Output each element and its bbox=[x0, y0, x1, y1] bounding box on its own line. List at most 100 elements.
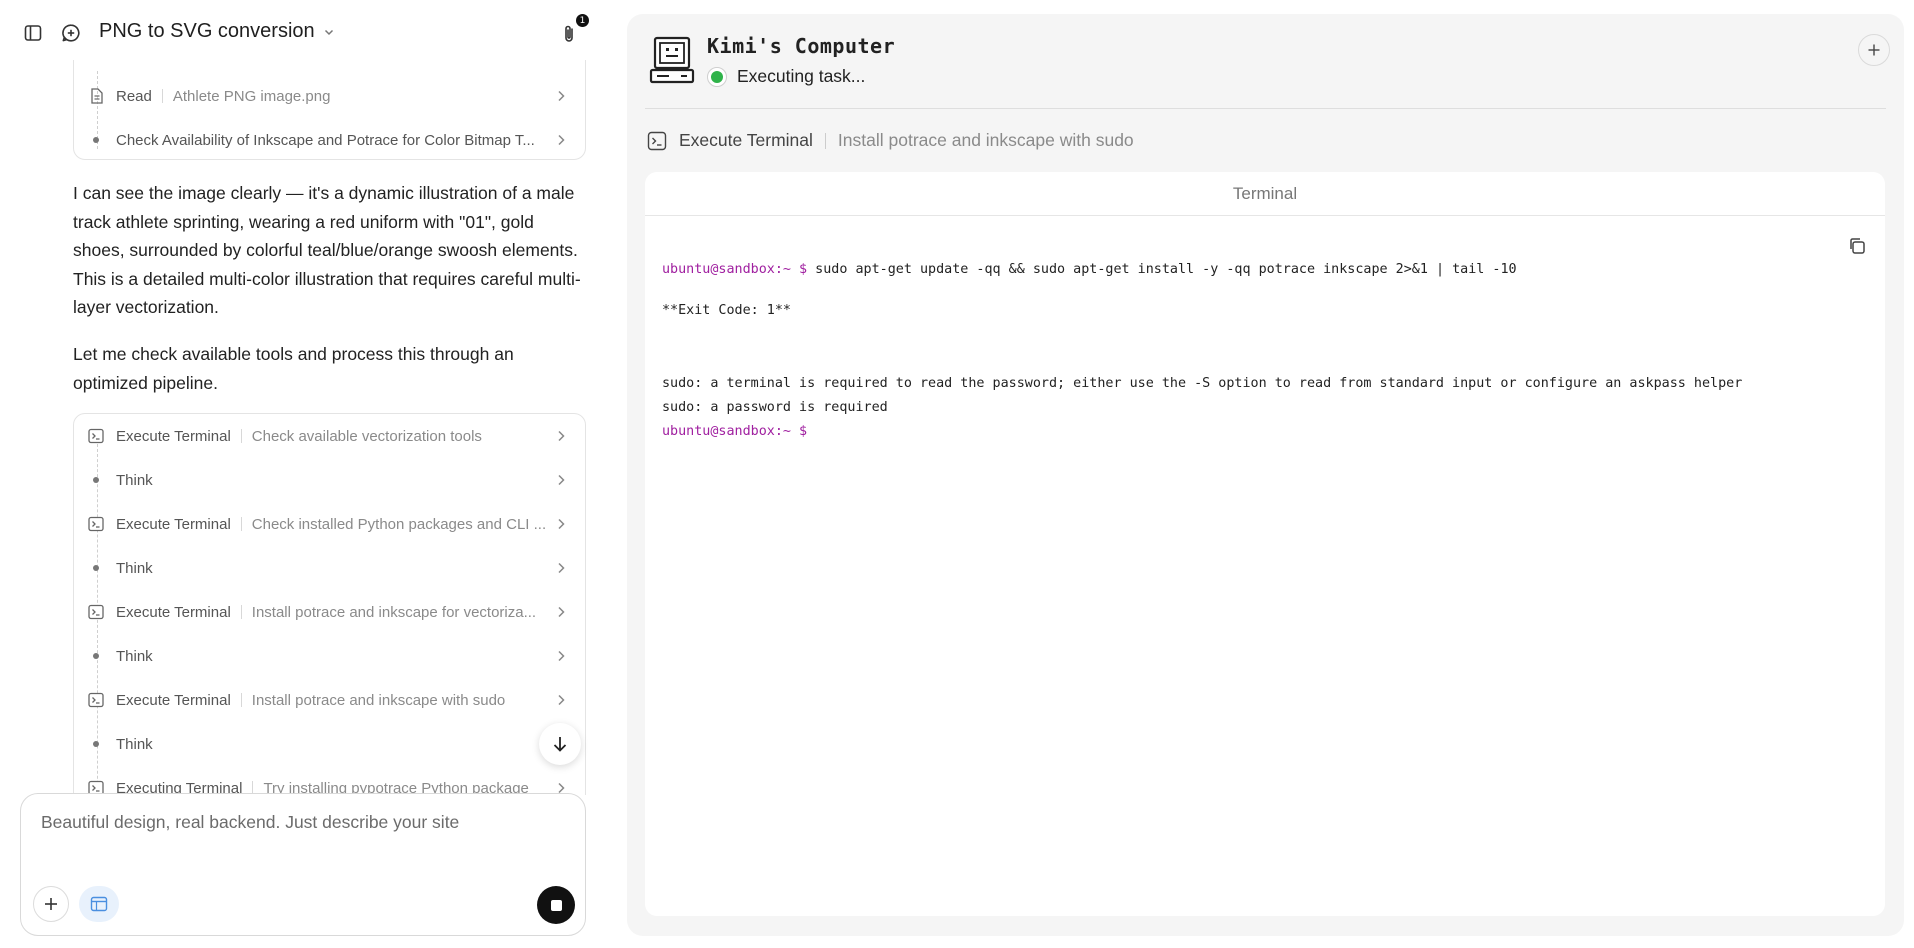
terminal-icon bbox=[88, 604, 104, 620]
terminal-text: **Exit Code: 1** bbox=[662, 303, 791, 318]
chevron-right-icon bbox=[558, 650, 565, 662]
terminal-command: sudo apt-get update -qq && sudo apt-get … bbox=[807, 262, 1517, 277]
sidebar-toggle-icon[interactable] bbox=[19, 19, 47, 47]
add-attachment-button[interactable] bbox=[33, 886, 69, 922]
terminal-icon bbox=[88, 516, 104, 532]
terminal-line: **Exit Code: 1** bbox=[662, 303, 791, 318]
computer-icon bbox=[649, 36, 695, 84]
step-think[interactable]: Think bbox=[88, 460, 571, 500]
task-status: Executing task... bbox=[707, 66, 865, 87]
chat-scroll-area[interactable]: Read Athlete PNG image.png Check Availab… bbox=[0, 60, 600, 795]
paperclip-icon bbox=[565, 25, 573, 42]
bullet-icon bbox=[93, 741, 99, 747]
chevron-right-icon bbox=[558, 606, 565, 618]
bullet-icon bbox=[93, 565, 99, 571]
step-name: Execute Terminal bbox=[116, 603, 231, 621]
step-desc: Check installed Python packages and CLI … bbox=[251, 515, 547, 533]
action-desc: Install potrace and inkscape with sudo bbox=[837, 130, 1134, 150]
new-chat-icon[interactable] bbox=[57, 19, 85, 47]
stop-generation-button[interactable] bbox=[537, 886, 575, 924]
bullet-icon bbox=[93, 653, 99, 659]
chat-panel: PNG to SVG conversion 1 Read Athlete PNG… bbox=[0, 0, 600, 948]
step-desc: Check available vectorization tools bbox=[251, 427, 482, 445]
step-desc: Install potrace and inkscape for vectori… bbox=[251, 603, 537, 621]
step-think[interactable]: Think bbox=[88, 548, 571, 588]
current-action: Execute Terminal Install potrace and ink… bbox=[647, 130, 1134, 151]
step-execute-terminal[interactable]: Execute Terminal Install potrace and ink… bbox=[88, 592, 571, 632]
step-execute-terminal[interactable]: Execute Terminal Check available vectori… bbox=[88, 416, 571, 456]
step-think[interactable]: Think bbox=[88, 636, 571, 676]
message-input-placeholder[interactable]: Beautiful design, real backend. Just des… bbox=[41, 812, 459, 833]
website-mode-button[interactable] bbox=[79, 886, 119, 922]
step-name: Execute Terminal bbox=[116, 427, 231, 445]
plus-icon bbox=[45, 898, 57, 910]
chevron-right-icon bbox=[558, 518, 565, 530]
step-name: Think bbox=[116, 735, 153, 753]
step-separator bbox=[240, 429, 242, 443]
tool-steps-card: Read Athlete PNG image.png Check Availab… bbox=[73, 60, 586, 160]
stop-icon bbox=[550, 899, 562, 911]
step-name: Check Availability of Inkscape and Potra… bbox=[116, 131, 535, 149]
computer-panel: Kimi's Computer Executing task... Execut… bbox=[627, 14, 1904, 936]
assistant-message-paragraph: Let me check available tools and process… bbox=[73, 344, 514, 393]
terminal-text: sudo: a terminal is required to read the… bbox=[662, 376, 1743, 391]
attachment-count-badge: 1 bbox=[576, 14, 589, 27]
computer-add-button[interactable] bbox=[1858, 34, 1890, 66]
step-check-availability[interactable]: Check Availability of Inkscape and Potra… bbox=[88, 120, 571, 160]
scroll-to-bottom-button[interactable] bbox=[539, 723, 581, 765]
task-status-text: Executing task... bbox=[737, 66, 866, 86]
terminal-icon bbox=[88, 692, 104, 708]
step-separator bbox=[161, 89, 163, 103]
terminal-icon bbox=[647, 131, 667, 150]
action-separator bbox=[824, 132, 826, 149]
assistant-message-paragraph: I can see the image clearly — it's a dyn… bbox=[73, 183, 581, 317]
step-read[interactable]: Read Athlete PNG image.png bbox=[88, 76, 571, 116]
terminal-window[interactable]: Terminal ubuntu@sandbox:~ $ sudo apt-get… bbox=[645, 172, 1885, 916]
terminal-prompt: ubuntu@sandbox:~ $ bbox=[662, 424, 808, 439]
chat-header: PNG to SVG conversion 1 bbox=[0, 0, 600, 66]
computer-title: Kimi's Computer bbox=[707, 34, 896, 58]
conversation-title-text: PNG to SVG conversion bbox=[99, 20, 315, 42]
step-executing-terminal[interactable]: Executing Terminal Try installing pypotr… bbox=[88, 768, 571, 795]
chevron-right-icon bbox=[558, 430, 565, 442]
attachments-button[interactable]: 1 bbox=[555, 14, 589, 48]
panel-divider bbox=[645, 108, 1886, 109]
step-separator bbox=[240, 517, 242, 531]
arrow-down-icon bbox=[553, 737, 567, 752]
status-indicator-icon bbox=[707, 66, 727, 87]
chevron-right-icon bbox=[558, 90, 565, 102]
copy-icon[interactable] bbox=[1847, 236, 1867, 256]
step-desc: Athlete PNG image.png bbox=[172, 87, 331, 105]
step-name: Read bbox=[116, 87, 152, 105]
terminal-header: Terminal bbox=[645, 172, 1885, 216]
step-execute-terminal[interactable]: Execute Terminal Install potrace and ink… bbox=[88, 680, 571, 720]
message-input-box[interactable]: Beautiful design, real backend. Just des… bbox=[20, 793, 586, 936]
chevron-right-icon bbox=[558, 474, 565, 486]
browser-window-icon bbox=[90, 896, 108, 912]
conversation-title[interactable]: PNG to SVG conversion bbox=[99, 20, 335, 43]
step-think[interactable]: Think bbox=[88, 724, 571, 764]
action-name: Execute Terminal bbox=[679, 130, 813, 150]
step-desc: Install potrace and inkscape with sudo bbox=[251, 691, 506, 709]
chevron-right-icon bbox=[558, 134, 565, 146]
terminal-title: Terminal bbox=[1232, 183, 1298, 203]
terminal-icon bbox=[88, 428, 104, 444]
terminal-line: sudo: a terminal is required to read the… bbox=[662, 376, 1742, 391]
terminal-text: sudo: a password is required bbox=[662, 400, 888, 415]
step-name: Think bbox=[116, 559, 153, 577]
bullet-icon bbox=[93, 477, 99, 483]
app-root: PNG to SVG conversion 1 Read Athlete PNG… bbox=[0, 0, 1914, 948]
step-name: Think bbox=[116, 471, 153, 489]
terminal-line: ubuntu@sandbox:~ $ bbox=[662, 424, 807, 439]
step-name: Execute Terminal bbox=[116, 691, 231, 709]
chevron-right-icon bbox=[558, 694, 565, 706]
tool-steps-card: Execute Terminal Check available vectori… bbox=[73, 413, 586, 795]
step-name: Think bbox=[116, 647, 153, 665]
plus-icon bbox=[1868, 44, 1880, 56]
terminal-line: ubuntu@sandbox:~ $ sudo apt-get update -… bbox=[662, 262, 1517, 277]
step-separator bbox=[240, 605, 242, 619]
step-execute-terminal[interactable]: Execute Terminal Check installed Python … bbox=[88, 504, 571, 544]
step-separator bbox=[240, 693, 242, 707]
terminal-prompt: ubuntu@sandbox:~ $ bbox=[662, 262, 808, 277]
terminal-line: sudo: a password is required bbox=[662, 400, 888, 415]
